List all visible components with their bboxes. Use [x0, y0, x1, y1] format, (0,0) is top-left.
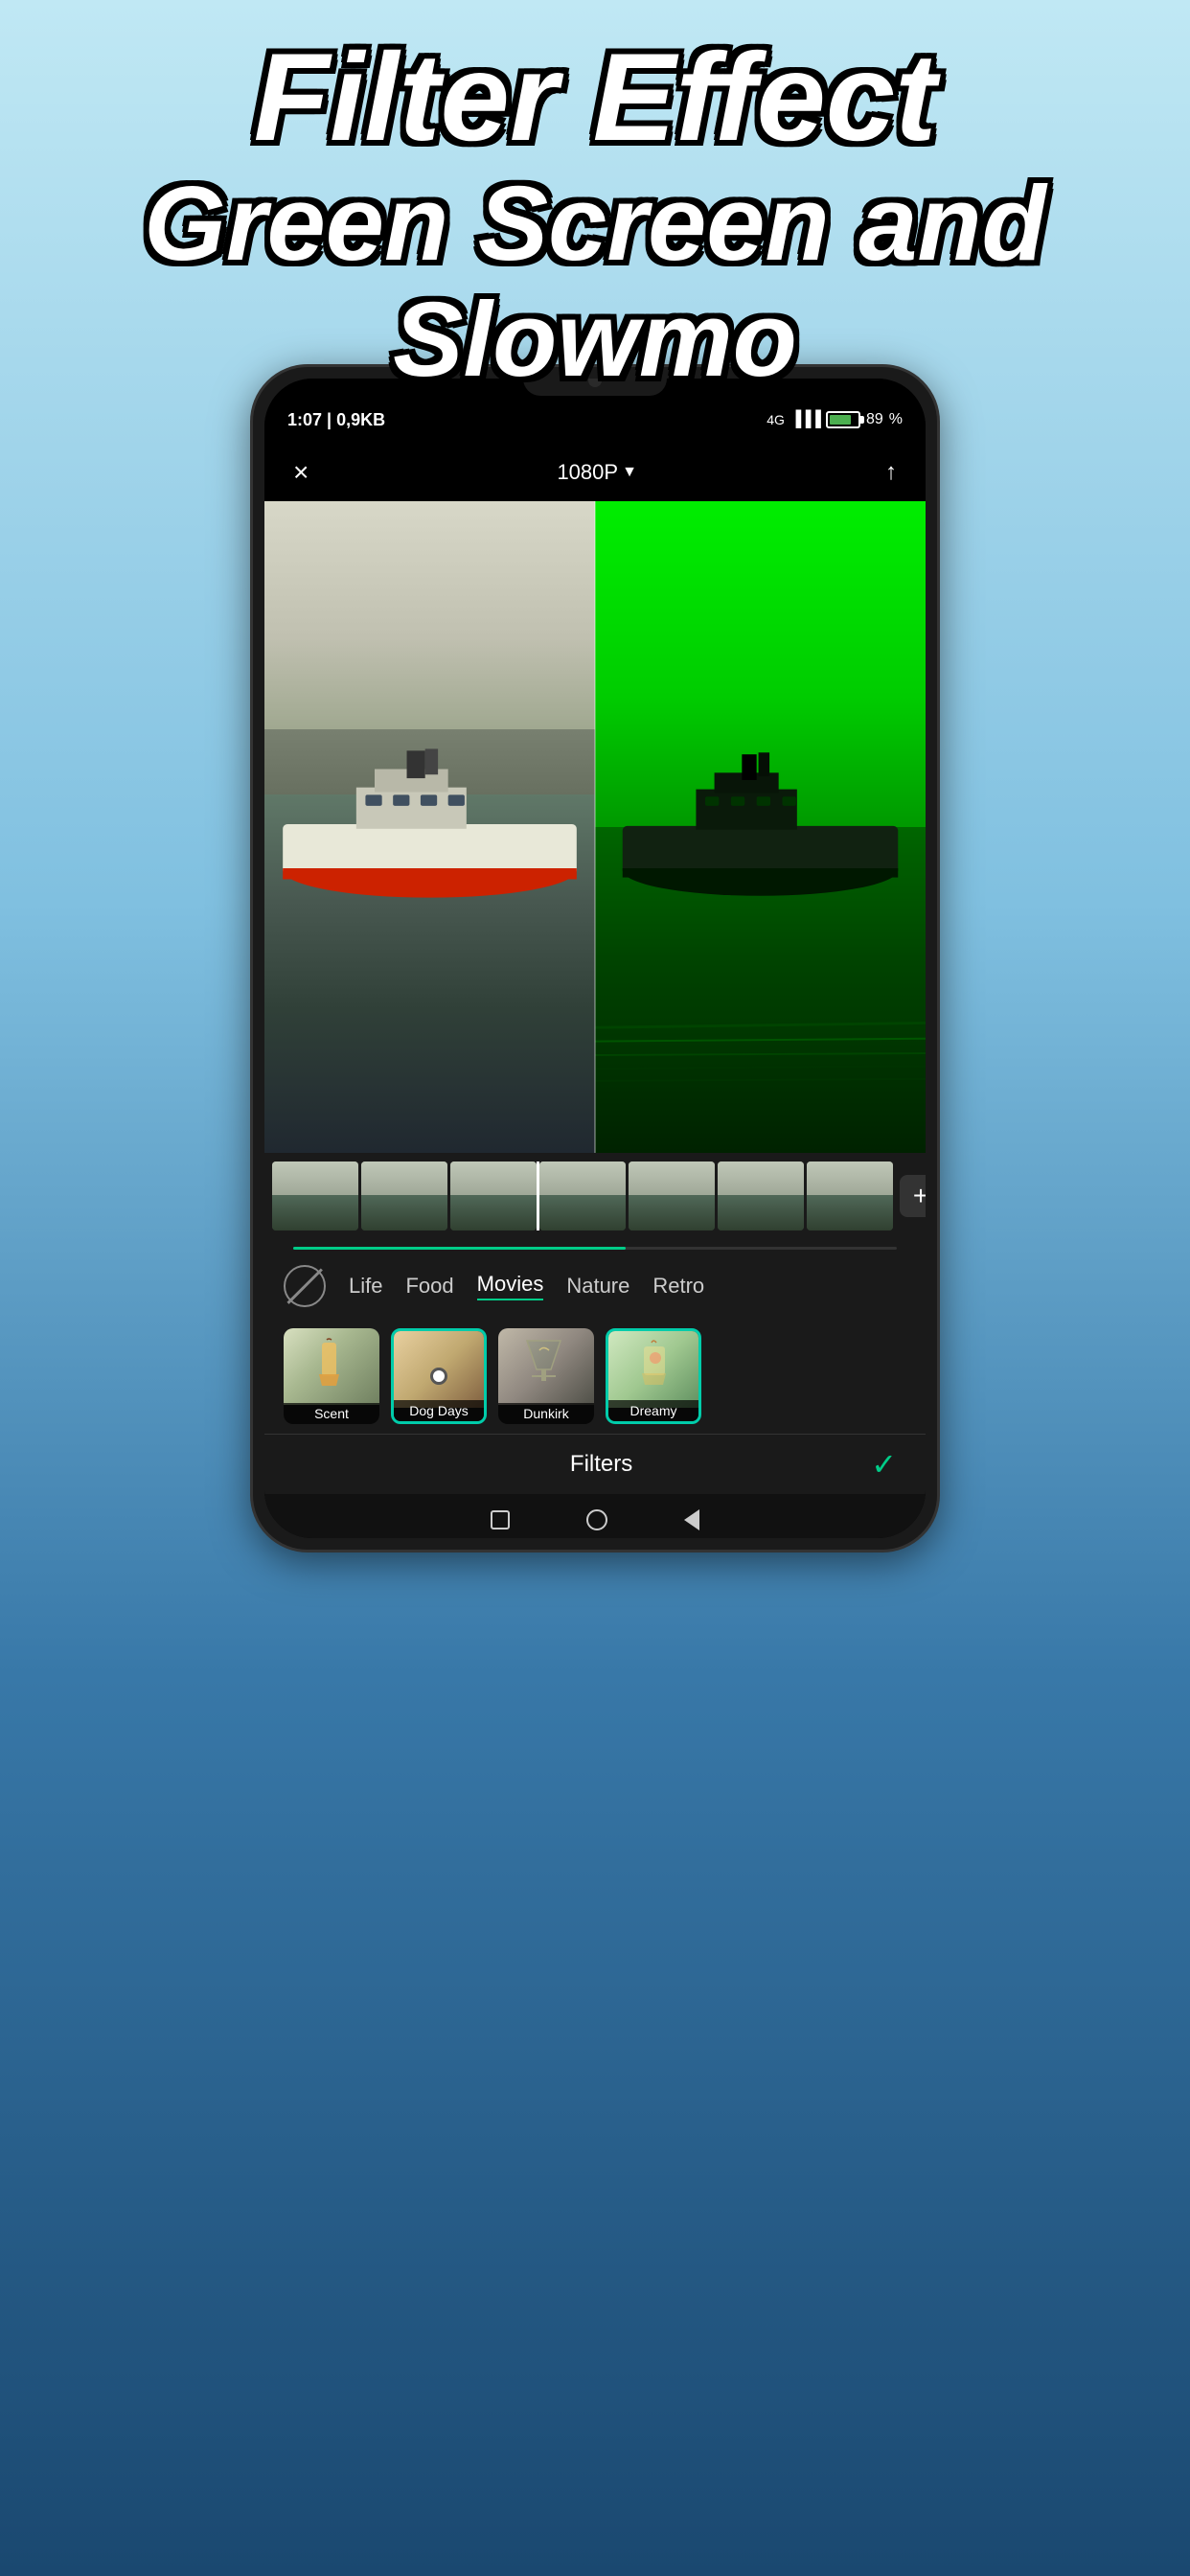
filter-label-scent: Scent [284, 1403, 379, 1424]
progress-area [264, 1239, 926, 1254]
status-right: 4G ▐▐▐ 89% [767, 411, 903, 428]
app-toolbar: × 1080P ▼ ↑ [264, 444, 926, 501]
iphone-mockup: 1:07 | 0,9KB 4G ▐▐▐ 89% × 1080P ▼ [231, 364, 959, 1552]
video-right-green [595, 501, 926, 1153]
filter-scent[interactable]: Scent [284, 1328, 379, 1424]
boat-svg-left [264, 678, 595, 971]
android-home-button[interactable] [586, 1509, 607, 1530]
bottom-bar: Filters ✓ [264, 1434, 926, 1494]
water-ripples [595, 957, 926, 1153]
filter-cat-retro[interactable]: Retro [652, 1274, 704, 1299]
close-button[interactable]: × [293, 457, 309, 488]
filter-label-dog-days: Dog Days [394, 1400, 484, 1421]
filter-cat-food[interactable]: Food [405, 1274, 453, 1299]
timeline-thumb [807, 1162, 893, 1230]
filter-categories: Life Food Movies Nature Retro [264, 1254, 926, 1319]
status-time: 1:07 | 0,9KB [287, 410, 385, 430]
timeline-thumb [718, 1162, 804, 1230]
status-bar: 1:07 | 0,9KB 4G ▐▐▐ 89% [264, 396, 926, 444]
filter-thumbs-row: Scent Dog Days [264, 1319, 926, 1434]
filter-label-dunkirk: Dunkirk [498, 1403, 594, 1424]
filter-dreamy[interactable]: Dreamy [606, 1328, 701, 1424]
android-nav-bar [264, 1494, 926, 1538]
filter-dog-days[interactable]: Dog Days [391, 1328, 487, 1424]
no-filter-button[interactable] [284, 1265, 326, 1307]
timeline-thumb [361, 1162, 447, 1230]
timeline-strip: + [264, 1153, 926, 1239]
filter-cat-nature[interactable]: Nature [566, 1274, 629, 1299]
header-line1: Filter Effect [0, 29, 1190, 166]
filters-label: Filters [570, 1451, 632, 1478]
battery-pct: 89 [866, 411, 883, 428]
boat-svg-right [595, 678, 926, 971]
filter-selected-dot [430, 1368, 447, 1385]
filter-cat-life[interactable]: Life [349, 1274, 382, 1299]
android-back-button[interactable] [684, 1509, 699, 1530]
filter-cat-movies[interactable]: Movies [477, 1272, 544, 1300]
video-preview [264, 501, 926, 1153]
header-line2: Green Screen and Slowmo [0, 166, 1190, 398]
quality-selector[interactable]: 1080P ▼ [557, 460, 636, 485]
confirm-button[interactable]: ✓ [871, 1446, 897, 1483]
header-section: Filter Effect Green Screen and Slowmo [0, 29, 1190, 398]
timeline-thumb [629, 1162, 715, 1230]
timeline-thumb [450, 1162, 537, 1230]
battery-icon [826, 411, 860, 428]
timeline-thumb [539, 1162, 626, 1230]
filter-dunkirk[interactable]: Dunkirk [498, 1328, 594, 1424]
share-button[interactable]: ↑ [885, 459, 897, 486]
add-clip-button[interactable]: + [900, 1175, 926, 1217]
filter-label-dreamy: Dreamy [608, 1400, 698, 1421]
chevron-down-icon: ▼ [622, 464, 637, 481]
network-icon: 4G [767, 412, 785, 427]
playhead [539, 1162, 626, 1230]
android-menu-button[interactable] [491, 1510, 510, 1530]
video-left-normal [264, 501, 595, 1153]
signal-icon: ▐▐▐ [790, 411, 820, 428]
timeline-thumb [272, 1162, 358, 1230]
